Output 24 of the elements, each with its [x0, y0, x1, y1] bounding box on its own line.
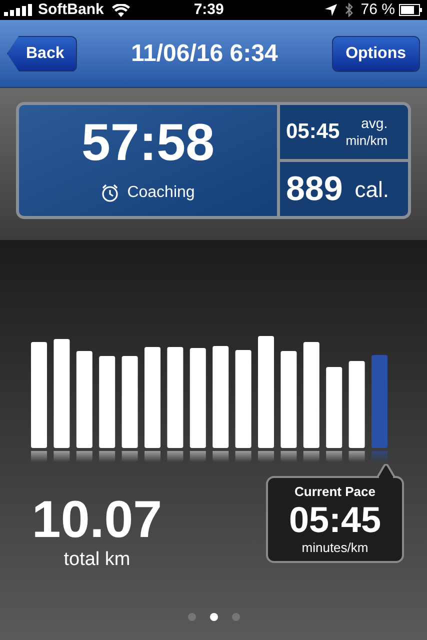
- battery-percent: 76 %: [360, 0, 395, 20]
- current-pace-value: 05:45: [288, 502, 382, 538]
- current-pace-unit: minutes/km: [302, 538, 368, 556]
- distance-label: total km: [64, 548, 130, 572]
- signal-icon: [4, 4, 34, 16]
- avg-pace-value: 05:45: [286, 119, 340, 146]
- location-arrow-icon: [324, 4, 337, 16]
- calories-unit: cal.: [354, 176, 389, 204]
- distance-value: 10.07: [32, 494, 162, 546]
- wifi-icon: [112, 4, 130, 16]
- alarm-clock-icon: [101, 184, 120, 202]
- carrier-name: SoftBank: [38, 0, 104, 20]
- coaching-label: Coaching: [127, 182, 195, 202]
- back-button[interactable]: Back: [7, 36, 78, 72]
- duration-value: 57:58: [82, 116, 214, 168]
- calories-value: 889: [286, 168, 343, 210]
- screen-title: 11/06/16 6:34: [130, 38, 279, 68]
- bluetooth-icon: [344, 3, 353, 17]
- clock-time: 7:39: [194, 0, 224, 20]
- avg-label: avg.: [361, 115, 388, 133]
- options-button[interactable]: Options: [332, 36, 420, 72]
- current-pace-title: Current Pace: [294, 483, 376, 501]
- battery-icon: [399, 4, 423, 16]
- avg-unit: min/km: [346, 132, 388, 149]
